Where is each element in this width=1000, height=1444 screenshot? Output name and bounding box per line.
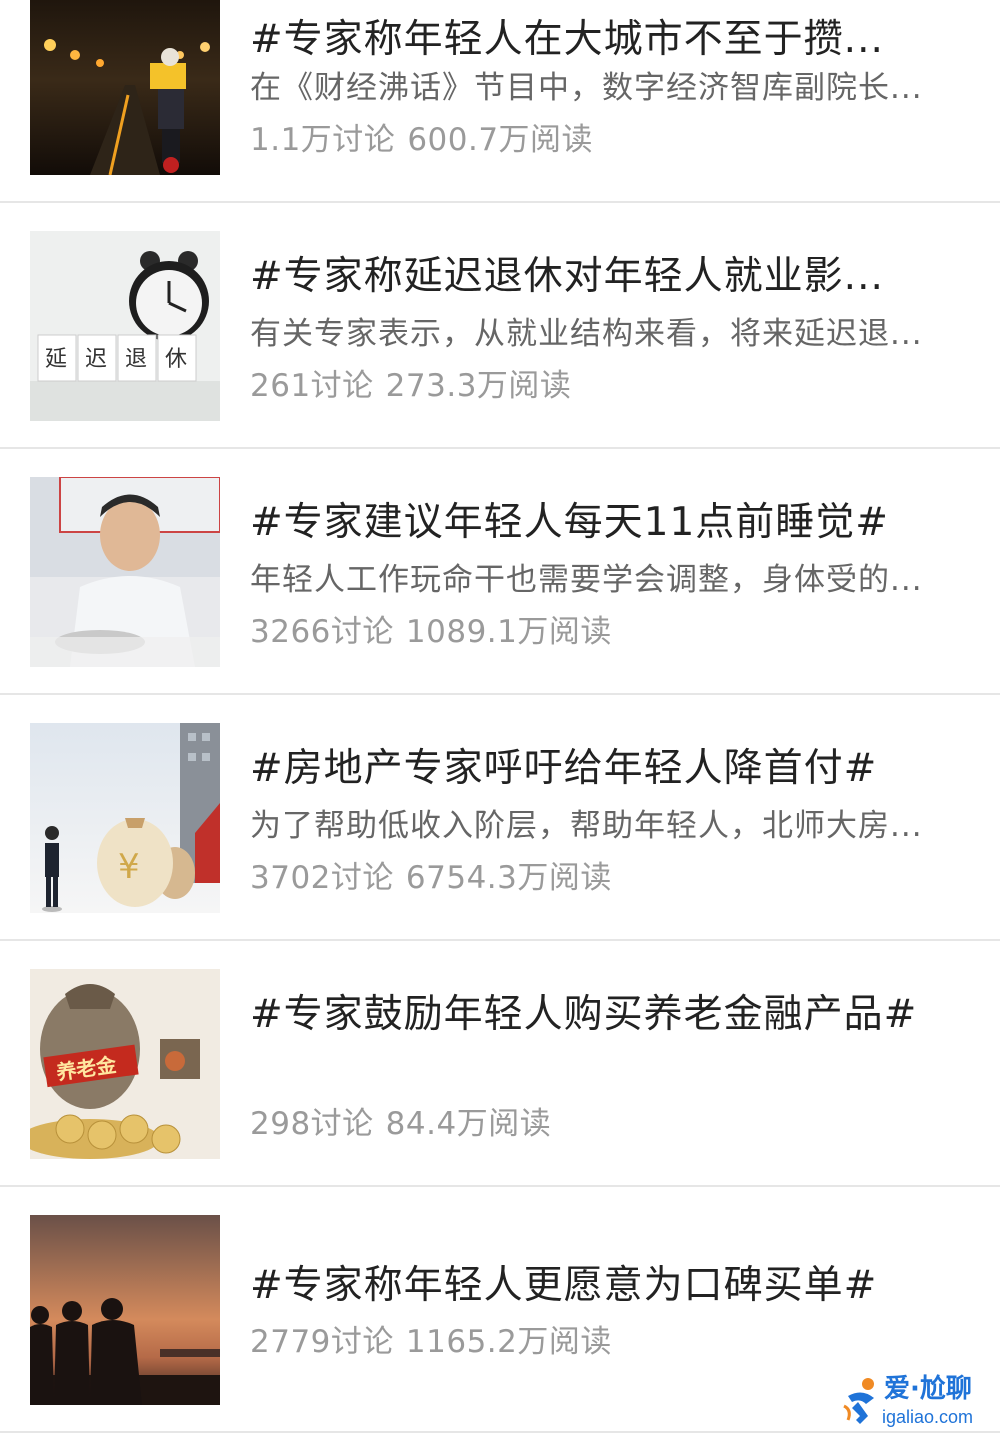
block-char: 休 xyxy=(165,347,187,372)
topic-stats: 2779讨论 1165.2万阅读 xyxy=(250,1322,612,1362)
discussion-count: 3702讨论 xyxy=(250,860,394,896)
topic-summary: 在《财经沸话》节目中，数字经济智库副院长... xyxy=(250,70,923,106)
topic-stats: 1.1万讨论 600.7万阅读 xyxy=(250,120,593,160)
runner-logo-icon xyxy=(843,1378,874,1424)
topic-thumbnail-pension[interactable]: 养老金 xyxy=(30,969,220,1159)
topic-thumbnail-money-bags[interactable]: ¥ xyxy=(30,723,220,913)
discussion-count: 2779讨论 xyxy=(250,1324,394,1360)
topic-title[interactable]: #房地产专家呼吁给年轻人降首付# xyxy=(250,743,955,795)
topic-stats: 298讨论 84.4万阅读 xyxy=(250,1104,551,1144)
discussion-count: 1.1万讨论 xyxy=(250,122,396,158)
topic-thumbnail-sunset[interactable] xyxy=(30,1215,220,1405)
topic-thumbnail-alarm-clock[interactable]: 延 迟 退 休 xyxy=(30,231,220,421)
topic-stats: 3266讨论 1089.1万阅读 xyxy=(250,612,612,652)
alarm-clock-image: 延 迟 退 休 xyxy=(30,231,220,421)
topic-summary: 有关专家表示，从就业结构来看，将来延迟退... xyxy=(250,316,923,352)
divider xyxy=(0,939,1000,941)
block-char: 迟 xyxy=(85,347,107,372)
watermark: 爱·尬聊 igaliao.com xyxy=(838,1374,988,1432)
topic-title[interactable]: #专家称延迟退休对年轻人就业影... xyxy=(250,251,955,303)
delivery-rider-image xyxy=(30,0,220,175)
topic-item[interactable]: #专家称年轻人在大城市不至于攒... 在《财经沸话》节目中，数字经济智库副院长.… xyxy=(0,0,1000,203)
divider xyxy=(0,447,1000,449)
topic-title[interactable]: #专家建议年轻人每天11点前睡觉# xyxy=(250,497,955,549)
read-count: 1089.1万阅读 xyxy=(405,614,612,650)
topic-item[interactable]: ¥ #房地产专家呼吁给年轻人降首付# 为了帮助低收入阶层，帮助年轻人，北师大房.… xyxy=(0,696,1000,941)
divider xyxy=(0,201,1000,203)
topic-item[interactable]: #专家建议年轻人每天11点前睡觉# 年轻人工作玩命干也需要学会调整，身体受的..… xyxy=(0,450,1000,695)
discussion-count: 298讨论 xyxy=(250,1106,374,1142)
discussion-count: 3266讨论 xyxy=(250,614,394,650)
divider xyxy=(0,1185,1000,1187)
read-count: 1165.2万阅读 xyxy=(405,1324,612,1360)
topic-thumbnail-elderly-man[interactable] xyxy=(30,477,220,667)
pension-coins-image: 养老金 xyxy=(30,969,220,1159)
topic-title[interactable]: #专家鼓励年轻人购买养老金融产品# xyxy=(250,989,955,1093)
read-count: 6754.3万阅读 xyxy=(405,860,612,896)
topic-stats: 3702讨论 6754.3万阅读 xyxy=(250,858,612,898)
svg-text:¥: ¥ xyxy=(118,847,140,887)
topic-title[interactable]: #专家称年轻人在大城市不至于攒... xyxy=(250,14,955,66)
block-char: 退 xyxy=(125,347,147,372)
divider xyxy=(0,693,1000,695)
sunset-silhouettes-image xyxy=(30,1215,220,1405)
topic-feed: #专家称年轻人在大城市不至于攒... 在《财经沸话》节目中，数字经济智库副院长.… xyxy=(0,0,1000,1444)
topic-summary: 为了帮助低收入阶层，帮助年轻人，北师大房... xyxy=(250,808,923,844)
topic-stats: 261讨论 273.3万阅读 xyxy=(250,366,571,406)
read-count: 84.4万阅读 xyxy=(385,1106,552,1142)
watermark-url: igaliao.com xyxy=(882,1407,974,1427)
discussion-count: 261讨论 xyxy=(250,368,374,404)
read-count: 600.7万阅读 xyxy=(407,122,594,158)
topic-title[interactable]: #专家称年轻人更愿意为口碑买单# xyxy=(250,1260,955,1312)
block-char: 延 xyxy=(45,347,67,372)
topic-item[interactable]: 延 迟 退 休 #专家称延迟退休对年轻人就业影... 有关专家表示，从就业结构来… xyxy=(0,204,1000,449)
elderly-man-image xyxy=(30,477,220,667)
money-bags-house-image: ¥ xyxy=(30,723,220,913)
read-count: 273.3万阅读 xyxy=(385,368,572,404)
topic-item[interactable]: 养老金 #专家鼓励年轻人购买养老金融产品# 298讨论 84.4万阅读 xyxy=(0,942,1000,1187)
topic-summary: 年轻人工作玩命干也需要学会调整，身体受的... xyxy=(250,562,923,598)
topic-thumbnail-delivery-rider[interactable] xyxy=(30,0,220,175)
watermark-brand: 爱·尬聊 xyxy=(884,1374,972,1404)
